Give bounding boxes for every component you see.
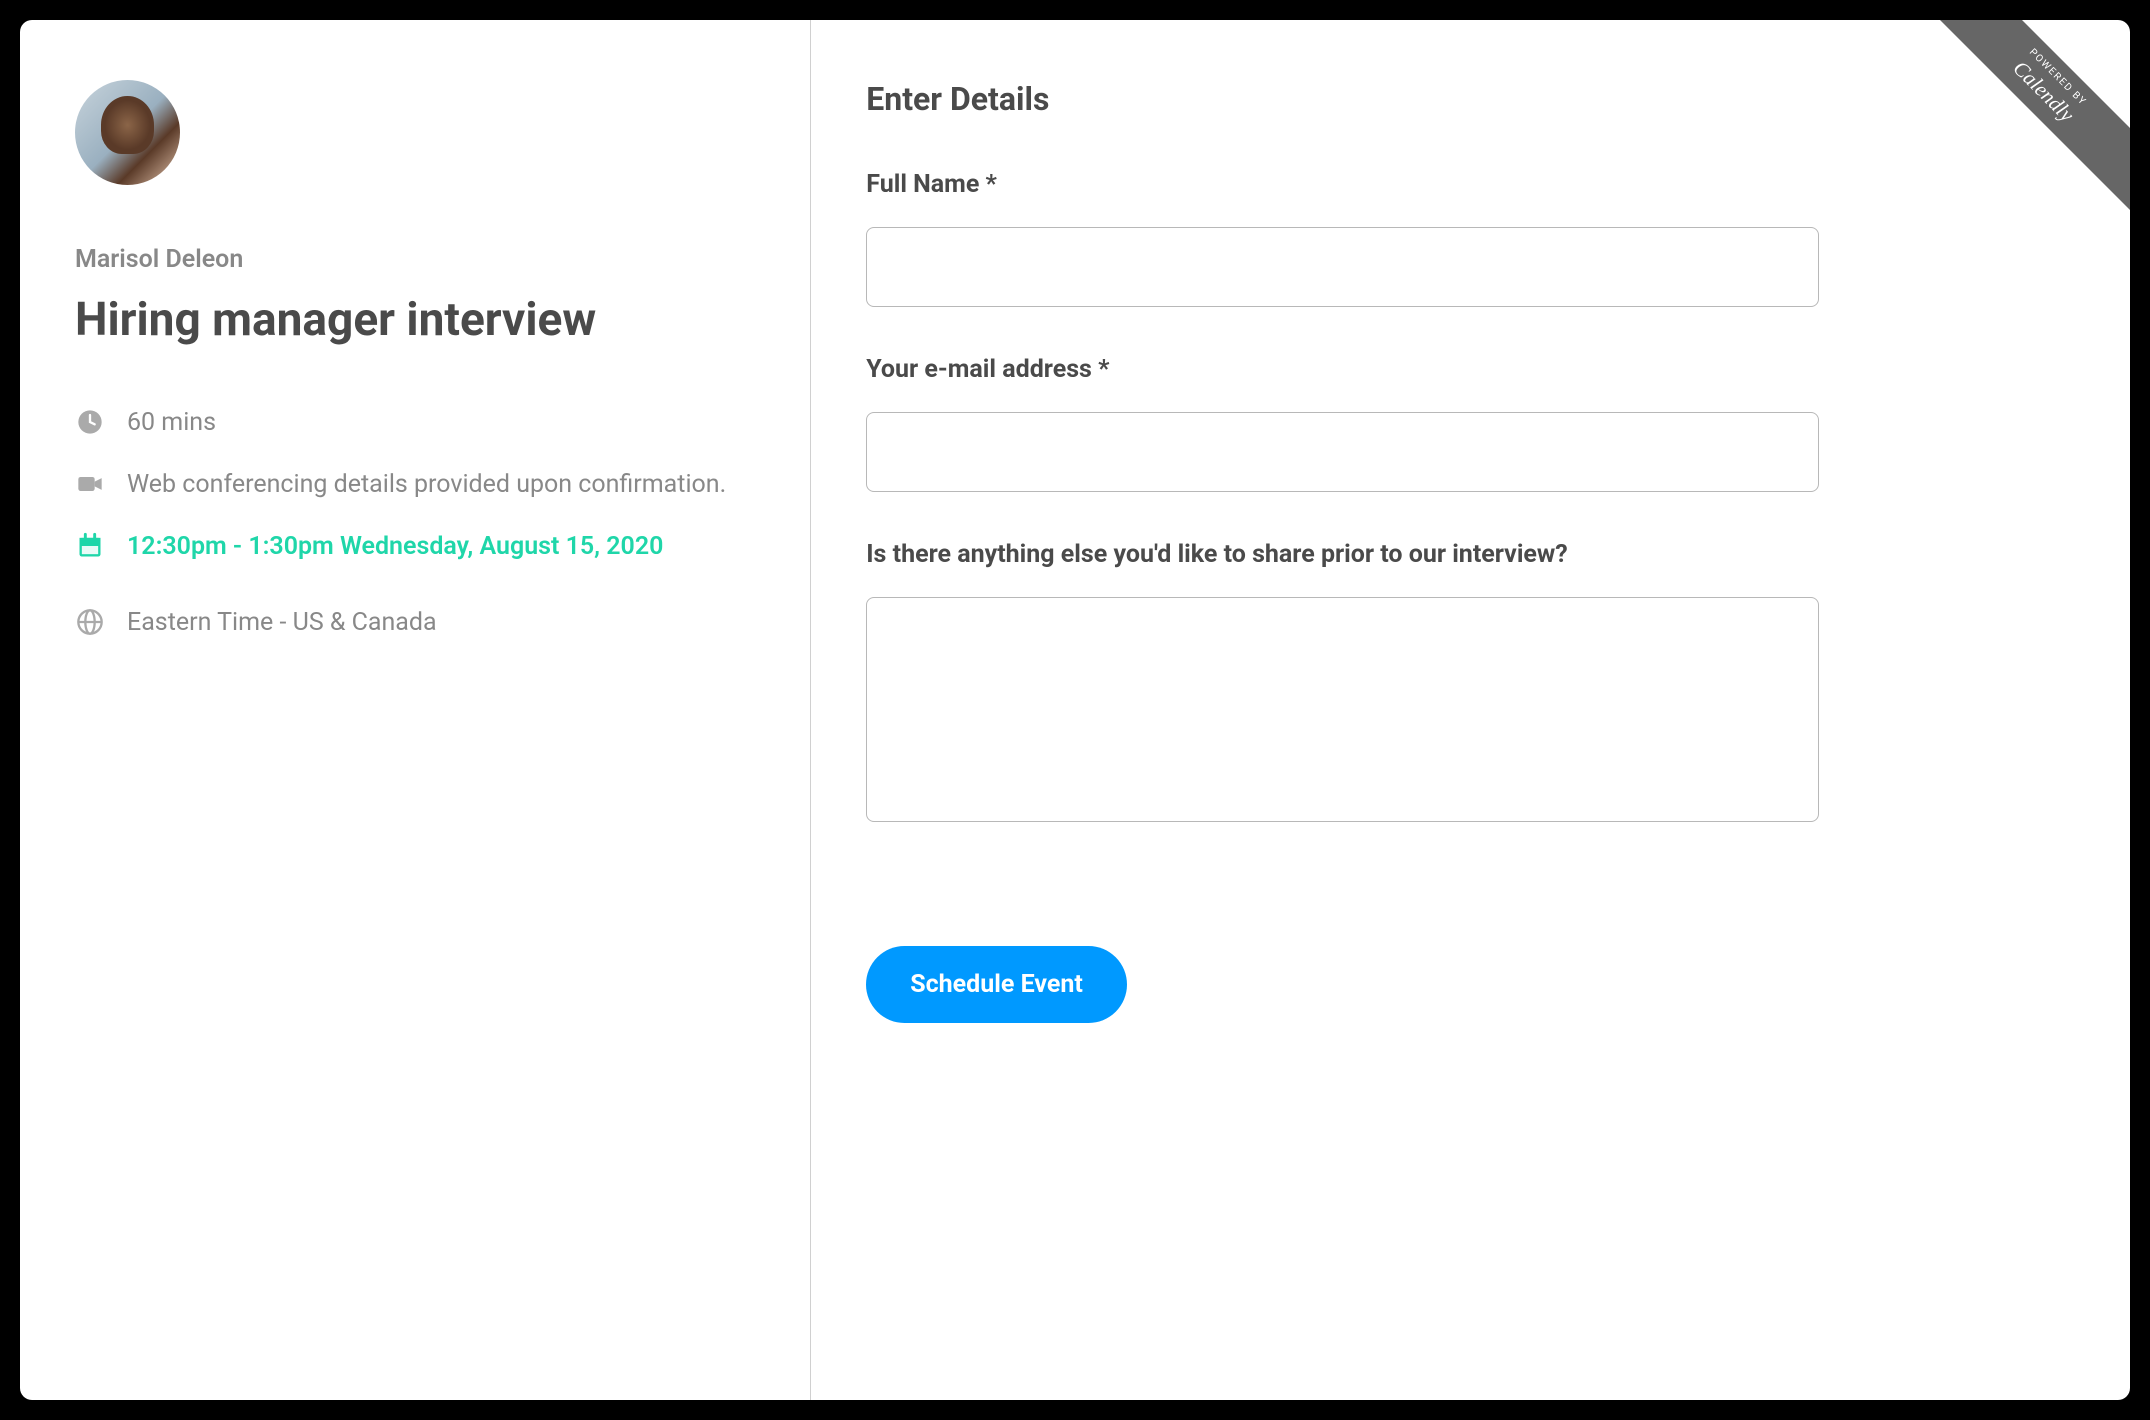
notes-label: Is there anything else you'd like to sha… [866, 540, 2035, 569]
full-name-label: Full Name * [866, 170, 2035, 199]
duration-text: 60 mins [127, 405, 216, 441]
clock-icon [75, 407, 105, 437]
duration-row: 60 mins [75, 405, 755, 441]
details-form-panel: Enter Details Full Name * Your e-mail ad… [811, 20, 2130, 1400]
timezone-row: Eastern Time - US & Canada [75, 605, 755, 641]
datetime-text: 12:30pm - 1:30pm Wednesday, August 15, 2… [127, 529, 663, 565]
form-heading: Enter Details [866, 80, 2035, 118]
full-name-input[interactable] [866, 227, 1819, 307]
notes-textarea[interactable] [866, 597, 1819, 822]
timezone-text: Eastern Time - US & Canada [127, 605, 437, 641]
video-icon [75, 469, 105, 499]
event-title: Hiring manager interview [75, 292, 755, 350]
datetime-row: 12:30pm - 1:30pm Wednesday, August 15, 2… [75, 529, 755, 565]
email-input[interactable] [866, 412, 1819, 492]
event-info-panel: Marisol Deleon Hiring manager interview … [20, 20, 811, 1400]
schedule-event-button[interactable]: Schedule Event [866, 946, 1127, 1023]
host-avatar [75, 80, 180, 185]
location-text: Web conferencing details provided upon c… [127, 467, 726, 503]
email-label: Your e-mail address * [866, 355, 2035, 384]
calendar-icon [75, 531, 105, 561]
globe-icon [75, 607, 105, 637]
scheduling-card: Marisol Deleon Hiring manager interview … [20, 20, 2130, 1400]
location-row: Web conferencing details provided upon c… [75, 467, 755, 503]
host-name: Marisol Deleon [75, 245, 755, 274]
